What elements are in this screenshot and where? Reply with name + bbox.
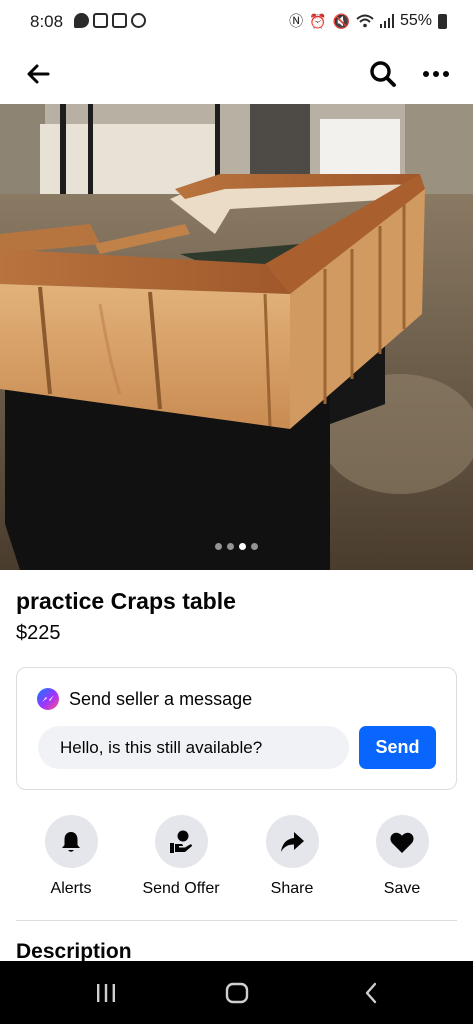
battery-percent: 55%: [399, 12, 432, 29]
save-label: Save: [383, 880, 421, 897]
share-circle[interactable]: [265, 815, 319, 868]
send-button[interactable]: Send: [359, 726, 436, 769]
send-offer-label: Send Offer: [142, 880, 220, 897]
system-back-button[interactable]: [341, 973, 401, 1013]
pagination-dot-active[interactable]: [239, 543, 246, 550]
chevron-left-icon: [365, 982, 377, 1004]
header: [0, 44, 473, 104]
share-button[interactable]: Share: [237, 815, 347, 898]
back-button[interactable]: [18, 54, 58, 94]
android-navigation-bar: [0, 961, 473, 1024]
message-card-title: Send seller a message: [69, 688, 253, 709]
status-bar: 8:08 Ⓝ ⏰ 🔇 55%: [0, 0, 473, 44]
search-icon: [370, 61, 396, 87]
recent-apps-button[interactable]: [76, 973, 136, 1013]
more-horizontal-icon: [423, 71, 449, 77]
message-input[interactable]: [38, 726, 349, 769]
messenger-icon: [37, 688, 59, 710]
message-seller-card: Send seller a message Send: [16, 667, 457, 790]
share-label: Share: [270, 880, 314, 897]
circle-notification-icon: [131, 13, 146, 28]
alerts-label: Alerts: [50, 880, 92, 897]
more-options-button[interactable]: [416, 54, 456, 94]
message-card-header: Send seller a message: [37, 688, 252, 710]
chat-notification-icon: [74, 13, 89, 28]
mute-icon: 🔇: [332, 12, 350, 29]
home-button[interactable]: [207, 973, 267, 1013]
section-divider: [16, 920, 457, 921]
listing-photo[interactable]: [0, 104, 473, 570]
signal-icon: [379, 14, 394, 28]
arrow-left-icon: [27, 64, 50, 84]
pagination-dot[interactable]: [227, 543, 234, 550]
battery-icon: [438, 13, 447, 29]
status-time: 8:08: [30, 12, 64, 31]
gallery-notification-icon: [112, 13, 127, 28]
send-offer-circle[interactable]: [154, 815, 208, 868]
system-indicators: Ⓝ ⏰ 🔇 55%: [289, 11, 447, 31]
heart-icon: [390, 832, 414, 853]
alerts-button[interactable]: Alerts: [16, 815, 126, 898]
save-button[interactable]: Save: [347, 815, 457, 898]
bell-icon: [62, 831, 80, 852]
pagination-dot[interactable]: [215, 543, 222, 550]
pagination-dot[interactable]: [251, 543, 258, 550]
app-notification-icon: [93, 13, 108, 28]
nfc-icon: Ⓝ: [289, 13, 304, 29]
action-buttons: Alerts Send Offer Share Save: [0, 815, 473, 905]
listing-title: practice Craps table: [16, 588, 236, 614]
craps-table-image: [0, 104, 473, 570]
send-offer-button[interactable]: Send Offer: [126, 815, 236, 898]
alarm-icon: ⏰: [309, 12, 327, 29]
wifi-icon: [356, 14, 374, 28]
share-arrow-icon: [281, 831, 304, 852]
search-button[interactable]: [363, 54, 403, 94]
hand-offer-icon: [170, 830, 192, 853]
description-heading: Description: [16, 940, 132, 961]
save-circle[interactable]: [375, 815, 429, 868]
listing-price: $225: [16, 622, 61, 644]
photo-pagination: [0, 543, 473, 550]
recent-apps-icon: [97, 984, 115, 1002]
notification-icons: [74, 13, 146, 28]
alerts-circle[interactable]: [44, 815, 98, 868]
home-icon: [225, 982, 249, 1004]
